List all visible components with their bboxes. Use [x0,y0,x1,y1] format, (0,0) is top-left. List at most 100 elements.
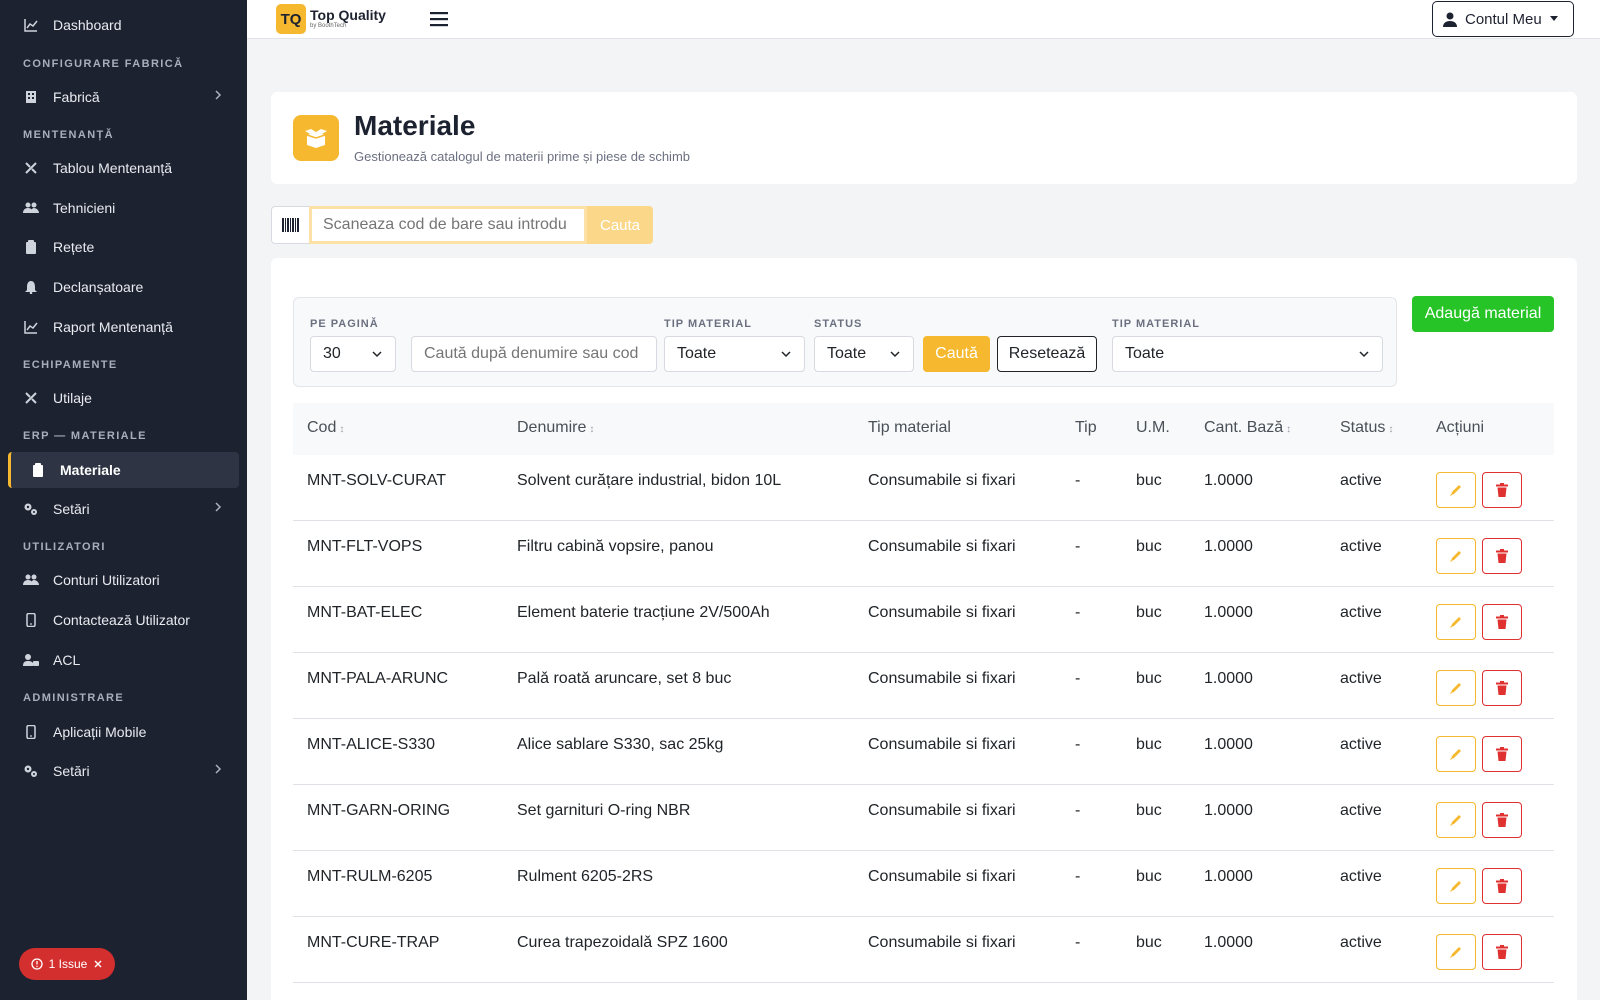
cell-denumire: Palǎ roatǎ aruncare, set 8 buc [517,670,732,687]
issue-badge[interactable]: 1 Issue [19,948,115,980]
column-header-status[interactable]: Status ↕ [1340,419,1393,437]
tip-material-2-select[interactable]: Toate [1112,336,1383,372]
table-row: MNT-ALICE-S330 Alice sablare S330, sac 25… [293,719,1554,785]
delete-button[interactable] [1482,670,1522,706]
hamburger-menu-icon[interactable] [430,11,448,27]
pencil-icon [1450,617,1461,628]
edit-button[interactable] [1436,934,1476,970]
edit-button[interactable] [1436,604,1476,640]
sidebar-item-label: Setări [53,763,90,779]
search-button[interactable]: Caută [923,336,990,372]
trash-icon [1496,681,1508,695]
delete-button[interactable] [1482,802,1522,838]
sidebar-section-title: UTILIZATORI [23,541,106,553]
sidebar-item-label: Utilaje [53,390,92,406]
edit-button[interactable] [1436,802,1476,838]
delete-button[interactable] [1482,868,1522,904]
cell-status: active [1340,802,1382,819]
chevron-right-icon [215,502,222,512]
trash-icon [1496,483,1508,497]
edit-button[interactable] [1436,472,1476,508]
mobile-icon [23,612,39,628]
cell-tip-material: Consumabile si fixari [868,670,1016,687]
sidebar-item-utilaje[interactable]: Utilaje [0,380,247,416]
delete-button[interactable] [1482,538,1522,574]
cell-cod: MNT-ALICE-S330 [307,736,436,753]
sidebar-item-declansatoare[interactable]: Declanșatoare [0,269,247,305]
column-header-denumire[interactable]: Denumire ↕ [517,419,594,437]
column-header-tip: Tip [1075,419,1097,436]
sidebar-item-materiale[interactable]: Materiale [8,452,239,488]
tip-material-select[interactable]: Toate [664,336,805,372]
edit-button[interactable] [1436,868,1476,904]
sidebar-item-dashboard[interactable]: Dashboard [0,7,247,43]
delete-button[interactable] [1482,934,1522,970]
building-icon [23,89,39,105]
sidebar-item-label: Tablou Mentenanță [53,160,173,176]
status-select[interactable]: Toate [814,336,914,372]
sidebar-item-contacteaza-utilizator[interactable]: Contactează Utilizator [0,602,247,638]
pencil-icon [1450,683,1461,694]
alert-circle-icon [30,958,43,970]
sidebar-item-label: Rețete [53,239,95,255]
edit-button[interactable] [1436,736,1476,772]
add-material-button[interactable]: Adaugă material [1412,296,1554,332]
cell-tip: - [1075,670,1081,687]
cell-cant-baza: 1.0000 [1204,472,1253,489]
sidebar-item-setari-admin[interactable]: Setări [0,753,247,789]
delete-button[interactable] [1482,472,1522,508]
sidebar-item-raport-mentenanta[interactable]: Raport Mentenanță [0,309,247,345]
sidebar-section-title: ADMINISTRARE [23,692,125,704]
page-subtitle: Gestionează catalogul de materii prime ș… [354,149,691,164]
pencil-icon [1450,551,1461,562]
barcode-input[interactable] [309,206,587,244]
sidebar-item-retete[interactable]: Rețete [0,229,247,265]
cell-tip: - [1075,934,1081,951]
sort-icon[interactable]: ↕ [589,424,594,435]
column-header-um: U.M. [1136,419,1170,436]
sidebar-item-tehnicieni[interactable]: Tehnicieni [0,190,247,226]
bell-icon [23,279,39,295]
sidebar-item-aplicatii-mobile[interactable]: Aplicații Mobile [0,714,247,750]
barcode-search-button[interactable]: Cauta [587,206,653,244]
column-header-cant-baza[interactable]: Cant. Bază ↕ [1204,419,1291,437]
edit-button[interactable] [1436,538,1476,574]
search-input[interactable] [411,336,657,372]
cell-um: buc [1136,538,1162,555]
cell-denumire: Solvent curățare industrial, bidon 10L [517,472,782,489]
cell-cod: MNT-SOLV-CURAT [307,472,446,489]
cell-tip: - [1075,736,1081,753]
sidebar-item-fabrica[interactable]: Fabrică [0,79,247,115]
sidebar-item-acl[interactable]: ACL [0,642,247,678]
sort-icon[interactable]: ↕ [339,424,344,435]
sidebar: Dashboard CONFIGURARE FABRICĂ Fabrică ME… [0,0,247,1000]
delete-button[interactable] [1482,604,1522,640]
delete-button[interactable] [1482,736,1522,772]
cell-cant-baza: 1.0000 [1204,868,1253,885]
sidebar-item-setari-erp[interactable]: Setări [0,491,247,527]
clipboard-icon [30,462,46,478]
cell-tip: - [1075,538,1081,555]
trash-icon [1496,747,1508,761]
account-menu-button[interactable]: Contul Meu [1432,1,1574,37]
users-icon [23,200,39,216]
sidebar-item-tablou-mentenanta[interactable]: Tablou Mentenanță [0,150,247,186]
trash-icon [1496,879,1508,893]
per-page-select[interactable]: 30 [310,336,396,372]
sidebar-item-label: Fabrică [53,89,100,105]
reset-button[interactable]: Resetează [997,336,1097,372]
sort-icon[interactable]: ↕ [1388,424,1393,435]
close-icon[interactable] [93,959,103,969]
logo-title: Top Quality [310,7,386,23]
logo-mark[interactable]: TQ [276,4,306,34]
table-row: MNT-PALA-ARUNC Palǎ roatǎ aruncare, set 8… [293,653,1554,719]
column-header-cod[interactable]: Cod ↕ [307,419,344,437]
column-header-actiuni: Acțiuni [1436,419,1485,436]
pencil-icon [1450,749,1461,760]
sidebar-item-conturi-utilizatori[interactable]: Conturi Utilizatori [0,562,247,598]
sort-icon[interactable]: ↕ [1286,424,1291,435]
edit-button[interactable] [1436,670,1476,706]
cell-denumire: Rulment 6205-2RS [517,868,654,885]
trash-icon [1496,615,1508,629]
cell-tip-material: Consumabile si fixari [868,472,1016,489]
